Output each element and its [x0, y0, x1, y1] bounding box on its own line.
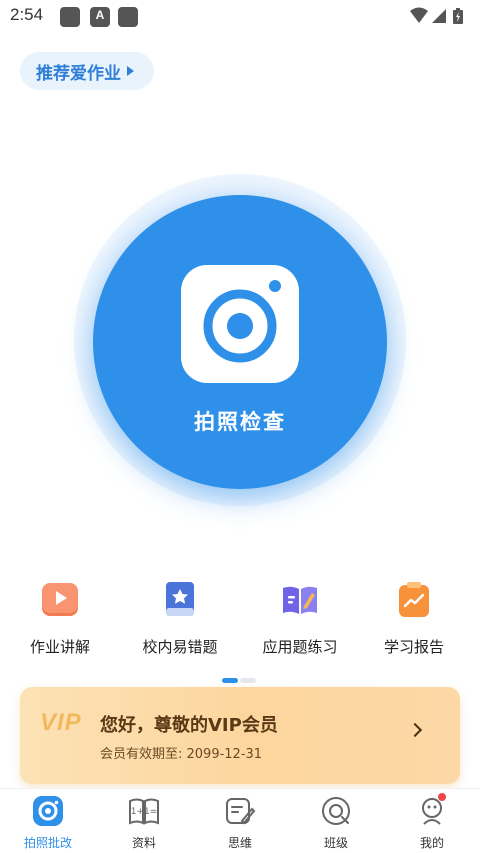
feature-label: 学习报告 [383, 638, 444, 656]
status-bar: 2:54 A [0, 0, 480, 32]
star-book-icon [166, 582, 194, 616]
app-notification-icon [60, 7, 80, 27]
vip-card[interactable]: VIP 您好，尊敬的VIP会员 会员有效期至: 2099-12-31 [20, 687, 460, 784]
feature-row: 作业讲解 校内易错题 应用题练习 学习报告 [0, 580, 480, 660]
chevron-right-icon [407, 722, 423, 738]
recommend-button[interactable]: 推荐爱作业 [20, 52, 154, 90]
triangle-right-icon [127, 66, 134, 76]
pager-dot [240, 678, 256, 683]
tab-label: 班级 [323, 836, 348, 850]
system-status-icons [408, 6, 470, 26]
feature-homework-explain[interactable]: 作业讲解 [0, 580, 120, 660]
clipboard-chart-icon [399, 582, 429, 617]
app-notification-icon-2 [118, 7, 138, 27]
feature-study-report[interactable]: 学习报告 [354, 580, 474, 660]
a-notification-icon: A [90, 7, 110, 27]
target-icon [322, 797, 350, 825]
tab-class[interactable]: 班级 [288, 789, 384, 853]
notification-badge [438, 793, 446, 801]
photo-check-button[interactable]: 拍照检查 [93, 195, 387, 489]
recommend-label: 推荐爱作业 [36, 63, 121, 84]
tab-label: 思维 [227, 836, 252, 850]
book-math-icon: 1+1= [129, 798, 159, 825]
status-time: 2:54 [10, 5, 44, 24]
video-play-icon [42, 583, 78, 616]
note-pencil-icon [226, 798, 256, 825]
signal-icon [432, 9, 446, 23]
tab-label: 拍照批改 [23, 836, 72, 850]
wifi-icon [410, 7, 428, 23]
tab-label: 我的 [419, 836, 444, 850]
feature-label: 应用题练习 [262, 638, 338, 656]
camera-check-icon [33, 796, 63, 826]
feature-label: 作业讲解 [29, 638, 90, 656]
battery-icon [453, 8, 463, 24]
feature-label: 校内易错题 [142, 638, 218, 656]
vip-logo: VIP [40, 709, 82, 736]
tab-mine[interactable]: 我的 [384, 789, 480, 853]
vip-expiry: 会员有效期至: 2099-12-31 [100, 747, 263, 762]
photo-check-label: 拍照检查 [194, 410, 286, 434]
camera-icon [181, 265, 299, 383]
tab-materials[interactable]: 1+1= 资料 [96, 789, 192, 853]
open-book-pencil-icon [283, 586, 317, 614]
feature-word-problems[interactable]: 应用题练习 [240, 580, 360, 660]
feature-school-mistakes[interactable]: 校内易错题 [120, 580, 240, 660]
pager-dot-active [222, 678, 238, 683]
tab-label: 资料 [131, 836, 156, 850]
tab-thinking[interactable]: 思维 [192, 789, 288, 853]
svg-text:1+1=: 1+1= [131, 807, 158, 817]
tab-photo-grading[interactable]: 拍照批改 [0, 789, 96, 853]
bottom-nav: 拍照批改 1+1= 资料 思维 班级 我的 [0, 788, 480, 853]
vip-greeting: 您好，尊敬的VIP会员 [100, 715, 278, 736]
